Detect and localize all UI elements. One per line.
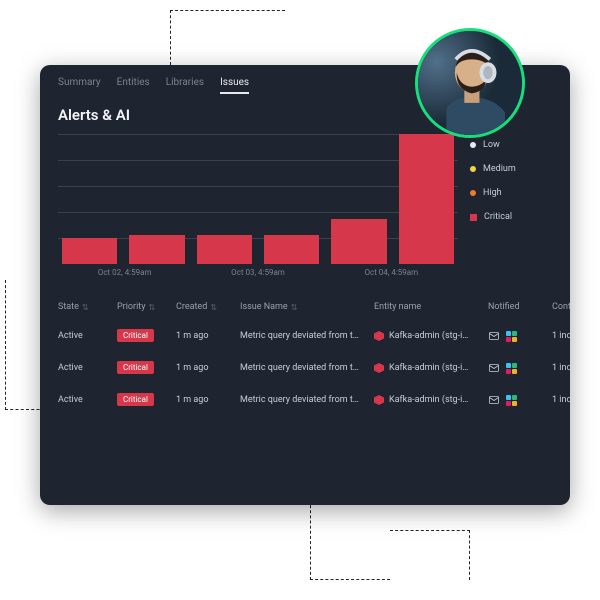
legend-label: Medium	[483, 164, 516, 174]
mail-icon	[488, 330, 500, 342]
slack-icon	[506, 363, 517, 374]
cell-entity: Kafka-admin (stg-i…	[374, 331, 484, 341]
cell-created: 1 m ago	[176, 363, 236, 373]
entity-label: Kafka-admin (stg-i…	[389, 331, 468, 341]
bar-group	[58, 134, 458, 264]
sort-icon: ⇅	[82, 303, 89, 312]
cell-priority: Critical	[117, 331, 172, 341]
bar	[399, 134, 454, 264]
tab-entities[interactable]: Entities	[117, 77, 150, 94]
legend-item-medium: Medium	[470, 164, 552, 174]
tab-issues[interactable]: Issues	[220, 77, 249, 94]
cell-state: Active	[58, 331, 113, 341]
column-header-priority[interactable]: Priority⇅	[117, 302, 172, 312]
issues-table: State⇅Priority⇅Created⇅Issue Name⇅Entity…	[40, 284, 570, 416]
table-row[interactable]: Active Critical 1 m ago Metric query deviat…	[58, 352, 552, 384]
sort-icon: ⇅	[210, 303, 217, 312]
legend-item-high: High	[470, 188, 552, 198]
cell-state: Active	[58, 395, 113, 405]
slack-icon	[506, 331, 517, 342]
table-body: Active Critical 1 m ago Metric query deviat…	[58, 320, 552, 416]
cell-entity: Kafka-admin (stg-i…	[374, 363, 484, 373]
column-header-contains[interactable]: Contains⇅	[552, 302, 570, 312]
user-avatar	[415, 28, 525, 138]
priority-badge: Critical	[117, 361, 154, 374]
column-header-label: Entity name	[374, 302, 421, 312]
decoration-dash-bottom-2	[390, 530, 470, 580]
column-header-label: Issue Name	[240, 302, 288, 312]
cell-contains: 1 incident	[552, 363, 570, 373]
chart-legend: Low Medium High Critical	[470, 134, 552, 284]
mail-icon	[488, 394, 500, 406]
legend-label: Critical	[484, 212, 512, 222]
column-header-label: Priority	[117, 302, 146, 312]
column-header-issue-name[interactable]: Issue Name⇅	[240, 302, 370, 312]
column-header-entity-name: Entity name	[374, 302, 484, 312]
hexagon-icon	[374, 395, 384, 405]
legend-item-low: Low	[470, 140, 552, 150]
cell-issue-name: Metric query deviated from t…	[240, 331, 370, 341]
cell-priority: Critical	[117, 395, 172, 405]
sort-icon: ⇅	[149, 303, 156, 312]
chart-section: Oct 02, 4:59am Oct 03, 4:59am Oct 04, 4:59…	[40, 134, 570, 284]
table-row[interactable]: Active Critical 1 m ago Metric query deviat…	[58, 320, 552, 352]
cell-contains: 1 incident	[552, 395, 570, 405]
cell-issue-name: Metric query deviated from t…	[240, 363, 370, 373]
bar	[331, 219, 386, 265]
column-header-notified: Notified	[488, 302, 548, 312]
bar	[62, 238, 117, 264]
legend-marker	[470, 214, 477, 221]
tab-libraries[interactable]: Libraries	[166, 77, 204, 94]
hexagon-icon	[374, 331, 384, 341]
mail-icon	[488, 362, 500, 374]
decoration-dash-bottom-1	[310, 500, 390, 580]
slack-icon	[506, 395, 517, 406]
column-header-label: Contains	[552, 302, 570, 312]
legend-item-critical: Critical	[470, 212, 552, 222]
cell-entity: Kafka-admin (stg-i…	[374, 395, 484, 405]
legend-marker	[470, 190, 476, 196]
x-axis-labels: Oct 02, 4:59am Oct 03, 4:59am Oct 04, 4:59…	[58, 268, 458, 284]
priority-badge: Critical	[117, 393, 154, 406]
entity-label: Kafka-admin (stg-i…	[389, 395, 468, 405]
column-header-label: Created	[176, 302, 207, 312]
x-tick-label: Oct 03, 4:59am	[231, 268, 285, 284]
column-header-label: State	[58, 302, 79, 312]
cell-priority: Critical	[117, 363, 172, 373]
column-header-state[interactable]: State⇅	[58, 302, 113, 312]
cell-issue-name: Metric query deviated from t…	[240, 395, 370, 405]
cell-notified	[488, 362, 548, 374]
bar	[129, 235, 184, 264]
cell-contains: 1 incident	[552, 331, 570, 341]
table-row[interactable]: Active Critical 1 m ago Metric query deviat…	[58, 384, 552, 416]
alerts-bar-chart: Oct 02, 4:59am Oct 03, 4:59am Oct 04, 4:59…	[58, 134, 458, 284]
sort-icon: ⇅	[291, 303, 298, 312]
tab-summary[interactable]: Summary	[58, 77, 101, 94]
cell-state: Active	[58, 363, 113, 373]
cell-created: 1 m ago	[176, 331, 236, 341]
x-tick-label: Oct 04, 4:59am	[365, 268, 419, 284]
bar	[197, 235, 252, 264]
priority-badge: Critical	[117, 329, 154, 342]
column-header-created[interactable]: Created⇅	[176, 302, 236, 312]
cell-created: 1 m ago	[176, 395, 236, 405]
legend-label: Low	[483, 140, 500, 150]
avatar-illustration	[418, 31, 522, 135]
hexagon-icon	[374, 363, 384, 373]
legend-label: High	[483, 188, 502, 198]
entity-label: Kafka-admin (stg-i…	[389, 363, 468, 373]
x-tick-label: Oct 02, 4:59am	[98, 268, 152, 284]
cell-notified	[488, 330, 548, 342]
legend-marker	[470, 142, 476, 148]
table-header-row: State⇅Priority⇅Created⇅Issue Name⇅Entity…	[58, 302, 552, 320]
bar	[264, 235, 319, 264]
legend-marker	[470, 166, 476, 172]
decoration-dash-top	[170, 10, 285, 65]
cell-notified	[488, 394, 548, 406]
column-header-label: Notified	[488, 302, 520, 312]
